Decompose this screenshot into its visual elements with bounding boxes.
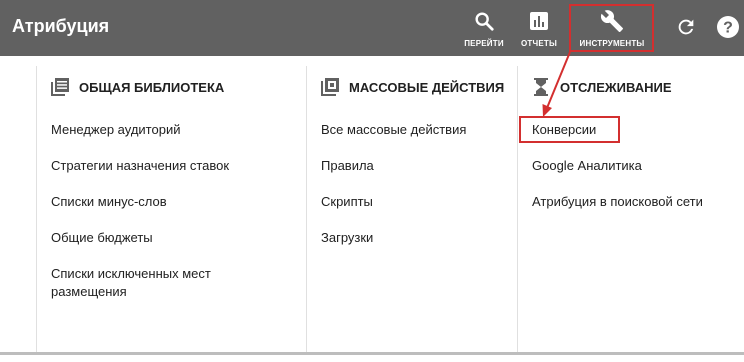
bulk-actions-icon xyxy=(321,78,339,96)
column-header: ОТСЛЕЖИВАНИЕ xyxy=(532,78,672,96)
bottom-divider xyxy=(0,352,744,355)
menu-column-bulk-actions: МАССОВЫЕ ДЕЙСТВИЯ Все массовые действия … xyxy=(307,56,517,352)
menu-item-rules[interactable]: Правила xyxy=(321,157,374,175)
menu-item-scripts[interactable]: Скрипты xyxy=(321,193,373,211)
help-icon: ? xyxy=(716,15,740,39)
help-button[interactable]: ? xyxy=(714,0,742,56)
go-button[interactable]: ПЕРЕЙТИ xyxy=(462,0,506,56)
column-title: ОТСЛЕЖИВАНИЕ xyxy=(560,79,672,95)
menu-item-negative-keyword-lists[interactable]: Списки минус-слов xyxy=(51,193,167,211)
column-header: ОБЩАЯ БИБЛИОТЕКА xyxy=(51,78,224,96)
library-icon xyxy=(51,78,69,96)
menu-item-placement-exclusion-lists[interactable]: Списки исключенных мест размещения xyxy=(51,265,271,301)
menu-item-all-bulk-actions[interactable]: Все массовые действия xyxy=(321,121,466,139)
column-header: МАССОВЫЕ ДЕЙСТВИЯ xyxy=(321,78,504,96)
column-title: ОБЩАЯ БИБЛИОТЕКА xyxy=(79,79,225,95)
go-label: ПЕРЕЙТИ xyxy=(464,39,504,48)
menu-item-shared-budgets[interactable]: Общие бюджеты xyxy=(51,229,153,247)
refresh-icon xyxy=(675,15,697,39)
menu-column-shared-library: ОБЩАЯ БИБЛИОТЕКА Менеджер аудиторий Стра… xyxy=(37,56,306,352)
menu-item-bid-strategies[interactable]: Стратегии назначения ставок xyxy=(51,157,229,175)
tools-menu: ОБЩАЯ БИБЛИОТЕКА Менеджер аудиторий Стра… xyxy=(0,56,744,362)
column-title: МАССОВЫЕ ДЕЙСТВИЯ xyxy=(349,79,505,95)
conversions-highlight-box xyxy=(519,116,620,143)
svg-text:?: ? xyxy=(723,20,733,37)
refresh-button[interactable] xyxy=(672,0,700,56)
reports-label: ОТЧЕТЫ xyxy=(521,39,557,48)
hourglass-icon xyxy=(532,78,550,96)
reports-button[interactable]: ОТЧЕТЫ xyxy=(516,0,562,56)
menu-column-measurement: ОТСЛЕЖИВАНИЕ Конверсии Google Аналитика … xyxy=(518,56,744,352)
menu-item-audience-manager[interactable]: Менеджер аудиторий xyxy=(51,121,180,139)
page-title: Атрибуция xyxy=(12,16,110,36)
menu-item-search-attribution[interactable]: Атрибуция в поисковой сети xyxy=(532,193,703,211)
search-icon xyxy=(473,9,495,33)
tools-highlight-box xyxy=(569,4,654,52)
menu-item-google-analytics[interactable]: Google Аналитика xyxy=(532,157,642,175)
menu-item-uploads[interactable]: Загрузки xyxy=(321,229,373,247)
bar-chart-icon xyxy=(529,9,549,33)
